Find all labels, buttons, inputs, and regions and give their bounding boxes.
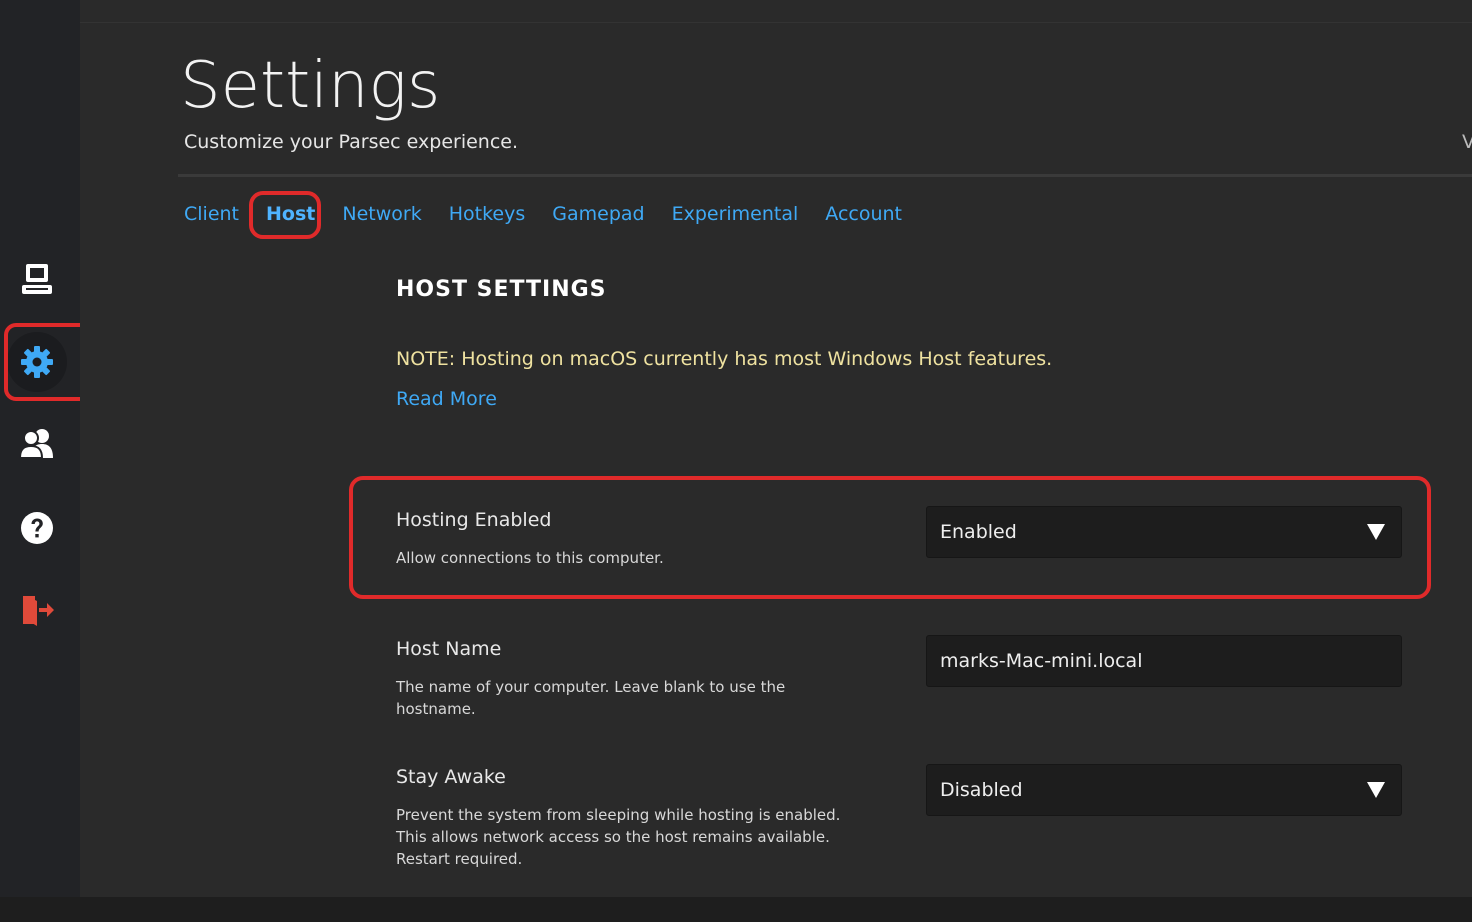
sidebar-item-help[interactable] xyxy=(7,498,67,558)
logout-icon xyxy=(23,596,54,626)
stay-awake-value: Disabled xyxy=(940,779,1023,801)
computer-icon xyxy=(22,264,52,294)
tab-hotkeys[interactable]: Hotkeys xyxy=(449,201,526,227)
stay-awake-label: Stay Awake xyxy=(396,766,506,788)
stay-awake-select[interactable]: Disabled xyxy=(926,764,1402,816)
bottom-bar xyxy=(0,897,1472,922)
host-name-input[interactable] xyxy=(940,650,1380,672)
sidebar-item-computers[interactable] xyxy=(7,249,67,309)
host-name-field[interactable] xyxy=(926,635,1402,687)
host-name-description: The name of your computer. Leave blank t… xyxy=(396,678,786,718)
settings-panel: Settings Customize your Parsec experienc… xyxy=(80,0,1472,897)
hosting-enabled-label: Hosting Enabled xyxy=(396,509,552,531)
host-name-label: Host Name xyxy=(396,638,502,660)
stay-awake-description: Prevent the system from sleeping while h… xyxy=(396,806,841,868)
read-more-link[interactable]: Read More xyxy=(396,386,497,412)
help-icon xyxy=(21,512,53,544)
section-title: HOST SETTINGS xyxy=(396,277,607,302)
dropdown-arrow-icon xyxy=(1367,782,1385,798)
page-title: Settings xyxy=(180,49,441,123)
tab-host[interactable]: Host xyxy=(266,201,315,227)
page-subtitle: Customize your Parsec experience. xyxy=(184,131,519,153)
tab-gamepad[interactable]: Gamepad xyxy=(552,201,644,227)
settings-tabs: Client Host Network Hotkeys Gamepad Expe… xyxy=(184,200,902,228)
sidebar-item-settings[interactable] xyxy=(7,332,67,392)
host-note: NOTE: Hosting on macOS currently has mos… xyxy=(396,348,1053,370)
gear-icon xyxy=(21,346,53,378)
top-divider xyxy=(80,22,1472,23)
hosting-enabled-description: Allow connections to this computer. xyxy=(396,549,664,567)
truncated-text: V xyxy=(1462,131,1472,153)
tab-network[interactable]: Network xyxy=(342,201,421,227)
tab-client[interactable]: Client xyxy=(184,201,239,227)
hosting-enabled-select[interactable]: Enabled xyxy=(926,506,1402,558)
sidebar-item-logout[interactable] xyxy=(7,580,67,640)
tab-experimental[interactable]: Experimental xyxy=(672,201,799,227)
sidebar-item-friends[interactable] xyxy=(7,413,67,473)
hosting-enabled-value: Enabled xyxy=(940,521,1017,543)
app-window: Settings Customize your Parsec experienc… xyxy=(0,0,1472,922)
header-divider xyxy=(178,174,1472,177)
users-icon xyxy=(19,429,53,459)
sidebar xyxy=(0,0,80,922)
tab-account[interactable]: Account xyxy=(825,201,902,227)
dropdown-arrow-icon xyxy=(1367,524,1385,540)
